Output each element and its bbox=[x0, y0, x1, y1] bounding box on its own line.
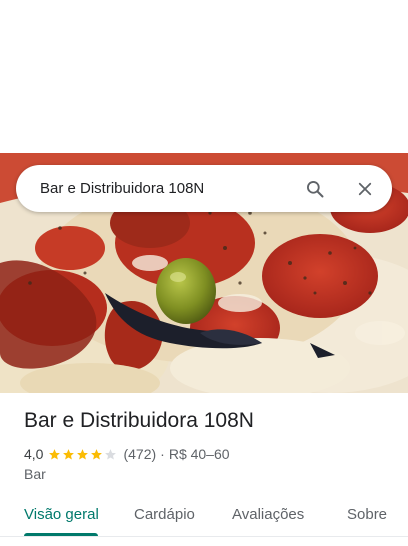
separator-dot: · bbox=[160, 446, 165, 462]
price-range: R$ 40–60 bbox=[168, 446, 230, 462]
rating-score: 4,0 bbox=[24, 446, 44, 462]
star-icon bbox=[77, 448, 89, 460]
star-icon bbox=[91, 448, 103, 460]
tab-about[interactable]: Sobre bbox=[347, 506, 387, 523]
tab-overview[interactable]: Visão geral bbox=[24, 506, 99, 523]
tab-menu[interactable]: Cardápio bbox=[134, 506, 195, 523]
search-icon bbox=[307, 181, 324, 198]
star-shape bbox=[105, 448, 117, 460]
tab-reviews[interactable]: Avaliações bbox=[232, 506, 304, 523]
star-icon bbox=[105, 448, 117, 460]
rating-stars bbox=[48, 448, 118, 461]
place-title: Bar e Distribuidora 108N bbox=[24, 409, 254, 432]
star-shape bbox=[91, 448, 103, 460]
search-input[interactable]: Bar e Distribuidora 108N bbox=[40, 165, 204, 212]
tabs-divider bbox=[0, 536, 408, 537]
close-button[interactable] bbox=[350, 174, 380, 204]
star-shape bbox=[63, 448, 75, 460]
review-count[interactable]: (472) bbox=[123, 446, 156, 462]
star-icon bbox=[63, 448, 75, 460]
rating-row[interactable]: 4,0 (472) · R$ 40–60 bbox=[24, 445, 230, 463]
star-shape bbox=[49, 448, 61, 460]
place-category[interactable]: Bar bbox=[24, 466, 46, 482]
star-shape bbox=[77, 448, 89, 460]
place-tabs: Visão geral Cardápio Avaliações Sobre bbox=[0, 490, 408, 546]
search-bar[interactable]: Bar e Distribuidora 108N bbox=[16, 165, 392, 212]
search-button[interactable] bbox=[300, 174, 330, 204]
star-icon bbox=[49, 448, 61, 460]
close-icon bbox=[358, 182, 372, 196]
map-area-blank bbox=[0, 0, 408, 153]
